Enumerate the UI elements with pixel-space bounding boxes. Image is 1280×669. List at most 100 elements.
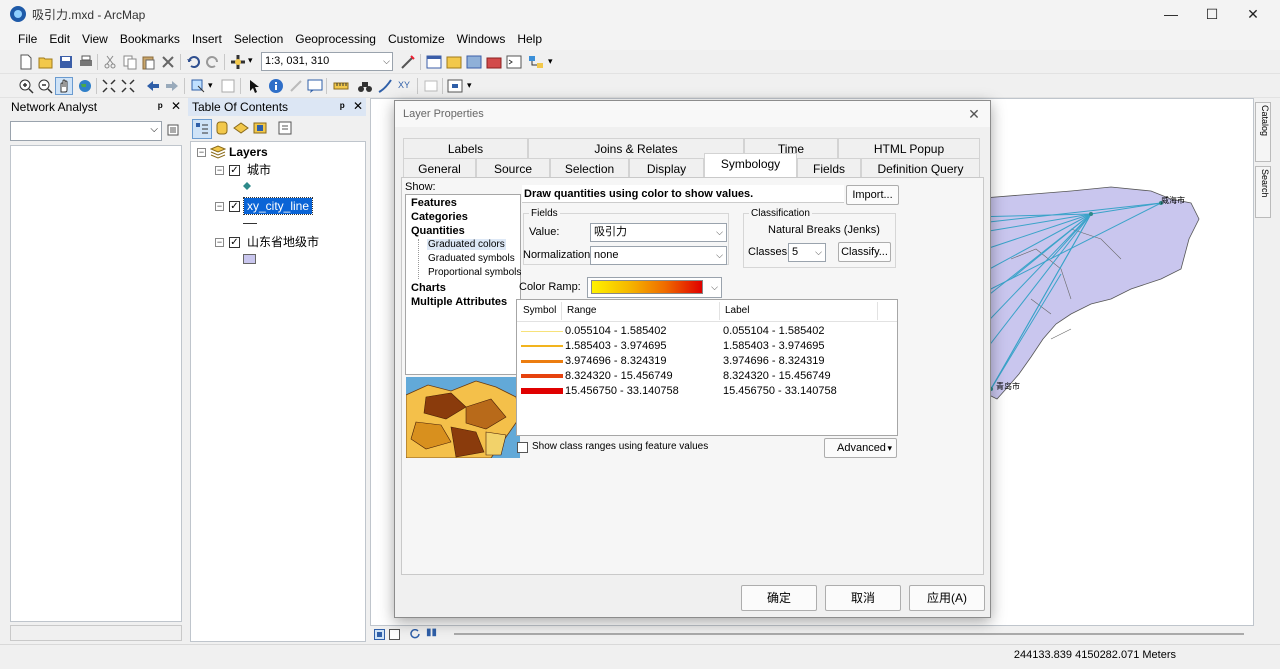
time-slider-icon[interactable] bbox=[423, 78, 439, 94]
delete-icon[interactable] bbox=[160, 54, 176, 70]
pin-icon[interactable]: ᵖ bbox=[158, 100, 163, 114]
renderer-graduated-symbols[interactable]: Graduated symbols bbox=[428, 253, 515, 264]
layer-name-xy-city-line[interactable]: xy_city_line bbox=[242, 197, 314, 215]
list-by-visibility-icon[interactable] bbox=[233, 120, 249, 136]
find-binoculars-icon[interactable] bbox=[357, 78, 373, 94]
import-button[interactable]: Import... bbox=[846, 185, 899, 205]
class-symbol-line[interactable] bbox=[521, 331, 563, 332]
menu-help[interactable]: Help bbox=[511, 28, 548, 50]
layer-visibility-checkbox[interactable]: ✓ bbox=[229, 165, 240, 176]
back-arrow-icon[interactable] bbox=[145, 78, 161, 94]
header-label[interactable]: Label bbox=[725, 305, 749, 316]
value-field-combo[interactable]: 吸引力 ⌵ bbox=[590, 223, 727, 242]
list-by-source-icon[interactable] bbox=[214, 120, 230, 136]
copy-icon[interactable] bbox=[122, 54, 138, 70]
select-elements-arrow-icon[interactable] bbox=[246, 78, 262, 94]
open-folder-icon[interactable] bbox=[38, 54, 54, 70]
fixed-zoom-in-icon[interactable] bbox=[101, 78, 117, 94]
search-tab[interactable]: Search bbox=[1255, 166, 1271, 218]
tab-symbology[interactable]: Symbology bbox=[704, 153, 797, 177]
python-window-icon[interactable] bbox=[506, 54, 522, 70]
network-analyst-tree[interactable] bbox=[10, 145, 182, 622]
table-row[interactable]: 3.974696 - 8.324319 3.974696 - 8.324319 bbox=[517, 354, 897, 369]
maximize-button[interactable]: ☐ bbox=[1189, 0, 1235, 28]
color-ramp-combo[interactable]: ⌵ bbox=[587, 277, 722, 298]
renderer-graduated-colors[interactable]: Graduated colors bbox=[427, 239, 506, 250]
add-data-dropdown-icon[interactable]: ▾ bbox=[248, 55, 253, 66]
cut-icon[interactable] bbox=[102, 54, 118, 70]
fixed-zoom-out-icon[interactable] bbox=[120, 78, 136, 94]
close-toc-button[interactable]: ✕ bbox=[353, 99, 363, 113]
menu-selection[interactable]: Selection bbox=[228, 28, 289, 50]
tab-general[interactable]: General bbox=[403, 158, 476, 178]
catalog-tab[interactable]: Catalog bbox=[1255, 102, 1271, 162]
menu-view[interactable]: View bbox=[76, 28, 114, 50]
toc-options-icon[interactable] bbox=[277, 120, 293, 136]
class-label[interactable]: 8.324320 - 15.456749 bbox=[723, 370, 831, 382]
layer-name-shandong-cities[interactable]: 山东省地级市 bbox=[247, 234, 319, 250]
tab-display[interactable]: Display bbox=[629, 158, 704, 178]
layout-view-icon[interactable] bbox=[389, 629, 400, 640]
save-icon[interactable] bbox=[58, 54, 74, 70]
pan-hand-icon[interactable] bbox=[55, 77, 73, 95]
tab-source[interactable]: Source bbox=[476, 158, 550, 178]
classify-button[interactable]: Classify... bbox=[838, 242, 891, 262]
toolbar2-options-icon[interactable]: ▾ bbox=[467, 80, 472, 91]
cancel-button[interactable]: 取消 bbox=[825, 585, 901, 611]
close-dialog-button[interactable]: ✕ bbox=[964, 104, 984, 124]
class-range[interactable]: 0.055104 - 1.585402 bbox=[565, 325, 667, 337]
arctoolbox-icon[interactable] bbox=[486, 54, 502, 70]
tab-selection[interactable]: Selection bbox=[550, 158, 629, 178]
class-label[interactable]: 0.055104 - 1.585402 bbox=[723, 325, 825, 337]
pin-icon[interactable]: ᵖ bbox=[340, 100, 345, 114]
hyperlink-icon[interactable] bbox=[288, 78, 304, 94]
toc-window-icon[interactable] bbox=[426, 54, 442, 70]
class-symbol-line[interactable] bbox=[521, 388, 563, 394]
scale-combo[interactable]: 1:3, 031, 310 ⌵ bbox=[261, 52, 393, 71]
table-row[interactable]: 8.324320 - 15.456749 8.324320 - 15.45674… bbox=[517, 369, 897, 384]
renderer-features[interactable]: Features bbox=[411, 197, 457, 209]
tab-definition-query[interactable]: Definition Query bbox=[861, 158, 980, 178]
class-range[interactable]: 3.974696 - 8.324319 bbox=[565, 355, 667, 367]
table-row[interactable]: 1.585403 - 3.974695 1.585403 - 3.974695 bbox=[517, 339, 897, 354]
pause-drawing-icon[interactable]: ▮▮ bbox=[426, 627, 437, 638]
list-by-selection-icon[interactable] bbox=[252, 120, 268, 136]
toolbar-options-icon[interactable]: ▾ bbox=[548, 56, 553, 67]
collapse-icon[interactable]: − bbox=[197, 148, 206, 157]
class-label[interactable]: 1.585403 - 3.974695 bbox=[723, 340, 825, 352]
zoom-out-icon[interactable] bbox=[37, 78, 53, 94]
close-window-button[interactable]: ✕ bbox=[1230, 0, 1276, 28]
measure-icon[interactable] bbox=[333, 78, 349, 94]
class-range[interactable]: 1.585403 - 3.974695 bbox=[565, 340, 667, 352]
show-class-ranges-checkbox[interactable] bbox=[517, 442, 528, 453]
go-to-xy-icon[interactable]: XY bbox=[397, 78, 413, 94]
catalog-window-icon[interactable] bbox=[446, 54, 462, 70]
class-label[interactable]: 3.974696 - 8.324319 bbox=[723, 355, 825, 367]
search-window-icon[interactable] bbox=[466, 54, 482, 70]
full-extent-globe-icon[interactable] bbox=[77, 78, 93, 94]
renderer-proportional-symbols[interactable]: Proportional symbols bbox=[428, 267, 521, 278]
print-icon[interactable] bbox=[78, 54, 94, 70]
paste-icon[interactable] bbox=[140, 54, 156, 70]
html-popup-icon[interactable] bbox=[307, 78, 323, 94]
renderer-quantities[interactable]: Quantities bbox=[411, 225, 465, 237]
collapse-icon[interactable]: − bbox=[215, 166, 224, 175]
renderer-categories[interactable]: Categories bbox=[411, 211, 468, 223]
select-dropdown-icon[interactable]: ▾ bbox=[208, 80, 213, 91]
class-symbol-line[interactable] bbox=[521, 360, 563, 363]
menu-geoprocessing[interactable]: Geoprocessing bbox=[289, 28, 382, 50]
menu-edit[interactable]: Edit bbox=[43, 28, 76, 50]
find-route-icon[interactable] bbox=[377, 78, 393, 94]
redo-icon[interactable] bbox=[205, 54, 221, 70]
apply-button[interactable]: 应用(A) bbox=[909, 585, 985, 611]
menu-insert[interactable]: Insert bbox=[186, 28, 228, 50]
forward-arrow-icon[interactable] bbox=[164, 78, 180, 94]
add-data-icon[interactable] bbox=[230, 54, 246, 70]
header-range[interactable]: Range bbox=[567, 305, 596, 316]
class-label[interactable]: 15.456750 - 33.140758 bbox=[723, 385, 837, 397]
tab-labels[interactable]: Labels bbox=[403, 138, 528, 158]
refresh-icon[interactable] bbox=[410, 629, 421, 640]
collapse-icon[interactable]: − bbox=[215, 202, 224, 211]
layer-visibility-checkbox[interactable]: ✓ bbox=[229, 237, 240, 248]
class-range[interactable]: 8.324320 - 15.456749 bbox=[565, 370, 673, 382]
